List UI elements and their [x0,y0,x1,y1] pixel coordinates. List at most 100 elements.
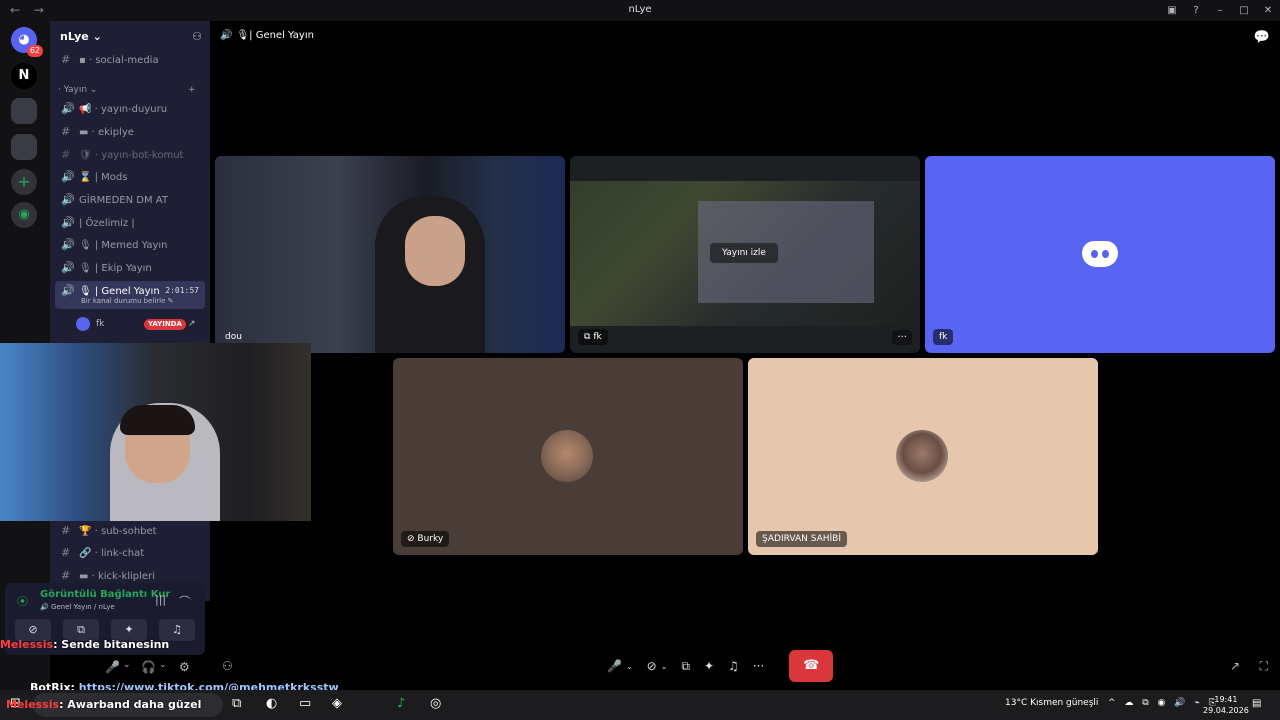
chat-message: Melessis: Awarband daha güzel [6,698,201,711]
chat-user: Melessis [0,638,54,651]
server-icon-nlye[interactable]: N [11,63,37,89]
inbox-icon[interactable]: ▣ [1160,0,1184,21]
more-icon[interactable]: ··· [753,659,764,673]
voice-channel-icon: 🔊 [220,30,233,41]
more-options-button[interactable]: ··· [892,330,912,345]
share-screen-icon[interactable]: ⧉ [681,659,690,674]
mic-icon[interactable]: 🎤 [607,659,622,673]
unread-badge: 62 [26,45,43,57]
chevron-down-icon[interactable]: ⌄ [626,662,633,671]
task-view-icon[interactable]: ⧉ [232,696,241,711]
camera-off-icon: ⊘ [407,534,415,544]
clock[interactable]: 19:41 29.04.2026 [1203,694,1249,716]
channel-item[interactable]: 🔊 GİRMEDEN DM AT [55,190,205,210]
window-controls: ▣ ? – □ ✕ [1160,0,1280,21]
avatar [896,430,948,482]
direct-messages-button[interactable]: ◕ 62 [11,27,43,57]
call-view: 🔊 🎙| Genel Yayın 💬 dou Yayını izle ⧉ fk ·… [210,21,1280,690]
camera-off-icon[interactable]: ⊘ [647,659,657,673]
voice-status[interactable]: Görüntülü Bağlantı Kur [40,589,170,600]
video-tile-sadirvan[interactable]: ŞADIRVAN SAHİBİ [748,358,1098,555]
channel-item[interactable]: 🔊 🎙 | Memed Yayın [55,235,205,255]
screen-share-icon: ⧉ [584,332,591,342]
channel-item[interactable]: 🔊 | Özelimiz | [55,213,205,233]
call-controls: 🎤 ⌄ ⊘ ⌄ ⧉ ✦ ♫ ··· ☎ [600,649,834,683]
channel-item[interactable]: 🔊 🎙 | Ekip Yayın [55,258,205,278]
channel-item[interactable]: # 🏆 · sub-sohbet [55,521,205,541]
title-bar: ← → nLye ▣ ? – □ ✕ [0,0,1280,21]
channel-item-active[interactable]: 🔊 🎙 | Genel Yayın 2:01:57 Bir kanal durum… [55,281,205,309]
invite-people-icon[interactable]: ⚇ [192,30,202,43]
video-tile-dou[interactable]: dou [215,156,565,353]
activities-icon[interactable]: ✦ [704,659,714,673]
channel-item[interactable]: # ▪ · social-media [55,50,205,70]
chevron-down-icon[interactable]: ⌄ [159,660,167,670]
leave-call-button[interactable]: ☎ [789,650,834,682]
soundboard-icon[interactable]: ♫ [728,659,739,673]
clock-time: 19:41 [1214,695,1238,704]
watch-stream-button[interactable]: Yayını izle [710,243,778,263]
create-channel-icon[interactable]: + [188,85,196,95]
app-icon[interactable]: ◎ [430,696,441,711]
chat-text: : Sende bitanesinn [53,638,170,651]
chevron-down-icon[interactable]: ⌄ [661,662,668,671]
chat-user: Melessis [6,698,60,711]
voice-channel-icon: 🔊 [61,193,75,206]
channel-status[interactable]: Bir kanal durumu belirle ✎ [81,296,174,306]
popout-icon[interactable]: ↗ [1230,659,1240,673]
minimize-button[interactable]: – [1208,0,1232,21]
webcam-hair [120,405,195,435]
streaming-icon: ↗ [188,319,196,329]
signal-icon[interactable]: ⦿ [17,593,28,609]
avatar [76,316,90,331]
window-title: nLye [628,4,652,15]
text-channel-icon: # [61,524,71,537]
headset-icon[interactable]: 🎧 [141,660,156,674]
spotify-icon[interactable]: ♪ [397,696,405,711]
live-badge: YAYINDA [144,319,186,330]
discover-icon[interactable]: ◉ [11,202,37,228]
voice-member[interactable]: fk YAYINDA ↗ [76,315,204,333]
channel-title: 🎙| Genel Yayın [236,30,314,41]
channel-item[interactable]: # ▬ · ekiplye [55,122,205,142]
chat-message: Melessis: Sende bitanesinn [0,638,169,651]
file-explorer-icon[interactable]: ▭ [299,696,311,711]
clock-date: 29.04.2026 [1203,706,1249,715]
video-tile-fk[interactable]: fk [925,156,1275,353]
mic-icon[interactable]: 🎤 [105,660,120,674]
weather-widget[interactable]: 13°C Kısmen güneşli [1005,698,1098,708]
server-folder[interactable] [11,98,37,124]
voice-channel-icon: 🔊 [61,261,75,274]
noise-suppression-icon[interactable]: ||| [155,593,166,606]
voice-channel-icon: 🔊 [61,170,75,183]
chrome-icon[interactable]: ◐ [266,696,277,711]
participant-name: ⧉ fk [578,329,608,345]
channel-item[interactable]: 🔊 📢 · yayın-duyuru [55,99,205,119]
maximize-button[interactable]: □ [1232,0,1256,21]
channel-item[interactable]: # 🛡 · yayın-bot-komut [55,145,205,165]
chevron-down-icon: ⌄ [92,30,102,43]
call-header: 🔊 🎙| Genel Yayın [220,30,314,41]
participant-name: fk [933,329,954,345]
stream-tile-fk[interactable]: Yayını izle ⧉ fk ··· [570,156,920,353]
server-folder[interactable] [11,134,37,160]
server-header[interactable]: nLye ⌄ ⚇ [50,21,210,53]
channel-item[interactable]: # 🔗 · link-chat [55,543,205,563]
text-channel-icon: # [61,53,71,66]
help-icon[interactable]: ? [1184,0,1208,21]
category-yayin[interactable]: · Yayın ⌄ + [58,85,196,95]
channel-item[interactable]: 🔊 ⌛ | Mods [55,167,205,187]
close-button[interactable]: ✕ [1256,0,1280,21]
invite-icon[interactable]: ⚇ [222,659,233,673]
fullscreen-icon[interactable]: ⛶ [1260,659,1268,674]
voice-location[interactable]: 🔊 Genel Yayın / nLye [40,603,115,611]
chat-icon[interactable]: 💬 [1254,30,1270,45]
app-icon[interactable]: ◈ [332,696,342,711]
notification-icon[interactable]: ▤ [1252,698,1261,709]
voice-channel-icon: 🔊 [61,238,75,251]
settings-icon[interactable]: ⚙ [179,660,190,674]
disconnect-icon[interactable]: ⌒ [179,593,190,609]
video-tile-burky[interactable]: ⊘ Burky [393,358,743,555]
chevron-down-icon[interactable]: ⌄ [123,660,131,670]
add-server-icon[interactable]: + [11,169,37,195]
